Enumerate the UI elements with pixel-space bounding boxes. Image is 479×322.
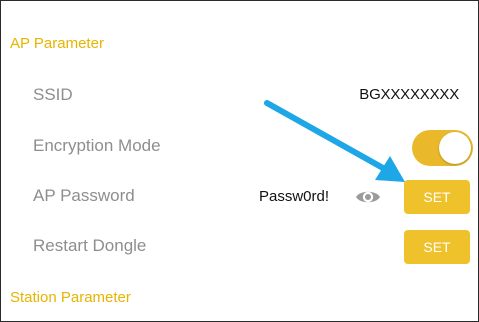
restart-dongle-row: Restart Dongle SET (1, 222, 478, 272)
ap-password-row: AP Password Passw0rd! SET (1, 172, 478, 222)
encryption-mode-row: Encryption Mode (1, 122, 478, 172)
ap-parameter-header: AP Parameter (10, 35, 104, 52)
encryption-mode-label: Encryption Mode (33, 136, 161, 155)
restart-dongle-set-button[interactable]: SET (404, 230, 470, 264)
ap-password-set-button[interactable]: SET (404, 180, 470, 214)
eye-icon[interactable] (355, 188, 381, 206)
ssid-label: SSID (33, 85, 73, 104)
ap-password-value: Passw0rd! (259, 188, 330, 205)
settings-panel: AP Parameter SSID BGXXXXXXXX Encryption … (0, 0, 479, 322)
toggle-knob (439, 132, 471, 164)
encryption-mode-toggle[interactable] (412, 130, 473, 166)
ap-password-label: AP Password (33, 186, 135, 205)
ssid-row: SSID BGXXXXXXXX (1, 71, 478, 121)
ssid-value: BGXXXXXXXX (359, 86, 459, 103)
restart-dongle-label: Restart Dongle (33, 236, 147, 255)
station-parameter-header: Station Parameter (10, 289, 131, 306)
